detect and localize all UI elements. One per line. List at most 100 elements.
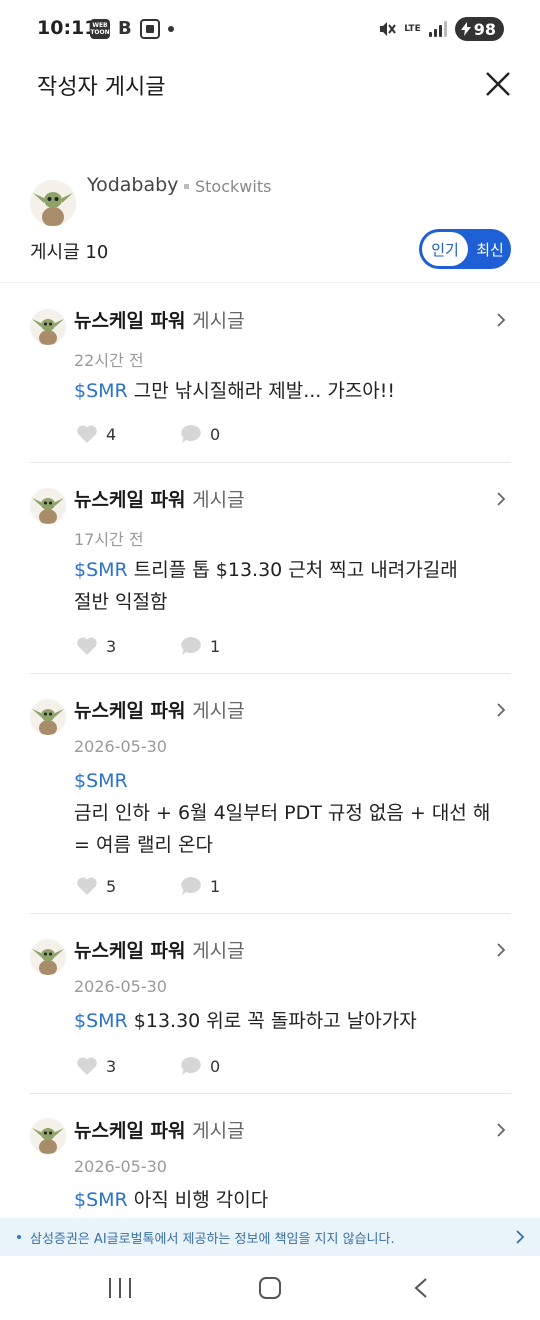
post-time: 2026-05-30 [74, 737, 167, 756]
post-item[interactable]: 뉴스케일 파워 게시글 22시간 전 $SMR 그만 낚시질해라 제발... 가… [0, 283, 540, 463]
comment-button[interactable]: 0 [180, 1056, 220, 1076]
post-text: $SMR 금리 인하 + 6월 4일부터 PDT 규정 없음 + 대선 해 = … [74, 765, 504, 861]
post-text: $SMR 트리플 톱 $13.30 근처 찍고 내려가길래 절반 익절함 [74, 554, 504, 618]
heart-icon [77, 637, 97, 655]
avatar [30, 309, 66, 345]
comment-count: 0 [210, 1056, 221, 1076]
webtoon-icon: WEB TOON [90, 18, 110, 39]
chevron-right-icon[interactable] [494, 1123, 508, 1137]
like-button[interactable]: 3 [76, 1056, 180, 1076]
comment-count: 1 [210, 876, 221, 896]
back-icon[interactable] [413, 1277, 429, 1299]
post-text: $SMR 아직 비행 각이다 [74, 1184, 504, 1216]
post-count: 게시글 10 [30, 242, 109, 263]
heart-icon [77, 877, 97, 895]
post-item[interactable]: 뉴스케일 파워 게시글 2026-05-30 $SMR $13.30 위로 꼭 … [0, 914, 540, 1094]
post-author-name: 뉴스케일 파워 [74, 310, 186, 332]
post-author-name: 뉴스케일 파워 [74, 700, 186, 722]
battery-level: 98 [473, 19, 496, 39]
post-text-inline: 아직 비행 각이다 [127, 1189, 269, 1211]
sort-option-popular[interactable]: 인기 [422, 232, 468, 266]
screen-icon [139, 18, 160, 39]
post-author-suffix: 게시글 [192, 940, 245, 962]
header: 작성자 게시글 [0, 58, 540, 110]
post-actions: 3 0 [76, 1056, 220, 1076]
chevron-right-icon[interactable] [494, 703, 508, 717]
post-feed: 뉴스케일 파워 게시글 22시간 전 $SMR 그만 낚시질해라 제발... 가… [0, 283, 540, 1218]
post-author-suffix: 게시글 [192, 489, 245, 511]
status-time: 10:11 [37, 17, 98, 39]
chevron-right-icon[interactable] [494, 313, 508, 327]
post-text-line: $SMR [74, 765, 504, 797]
post-author-name: 뉴스케일 파워 [74, 940, 186, 962]
post-text-inline: 트리플 톱 $13.30 근처 찍고 내려가길래 [127, 559, 458, 581]
close-icon[interactable] [484, 70, 512, 98]
post-author[interactable]: 뉴스케일 파워 게시글 [74, 485, 245, 512]
author-name: Yodababy [87, 174, 179, 196]
comment-icon [181, 877, 201, 895]
comment-count: 1 [210, 636, 221, 656]
ticker-link[interactable]: $SMR [74, 1010, 128, 1032]
like-count: 3 [106, 1056, 117, 1076]
post-actions: 3 1 [76, 636, 220, 656]
post-actions: 5 1 [76, 876, 220, 896]
post-author[interactable]: 뉴스케일 파워 게시글 [74, 1116, 245, 1143]
post-text: $SMR $13.30 위로 꼭 돌파하고 날아가자 [74, 1005, 504, 1037]
disclaimer-bar[interactable]: 삼성증권은 AI글로벌톡에서 제공하는 정보에 책임을 지지 않습니다. [0, 1218, 540, 1256]
bullet-icon [17, 1235, 21, 1239]
post-text-line: 금리 인하 + 6월 4일부터 PDT 규정 없음 + 대선 해 [74, 802, 491, 824]
post-author[interactable]: 뉴스케일 파워 게시글 [74, 696, 245, 723]
ticker-link[interactable]: $SMR [74, 1189, 128, 1211]
source-separator [184, 184, 189, 189]
avatar [30, 1118, 66, 1154]
post-text-line: = 여름 랠리 온다 [74, 834, 213, 856]
post-item[interactable]: 뉴스케일 파워 게시글 2026-05-30 $SMR 아직 비행 각이다 [0, 1094, 540, 1218]
chevron-right-icon[interactable] [494, 943, 508, 957]
comment-button[interactable]: 0 [180, 424, 220, 444]
mute-icon [380, 22, 396, 36]
comment-icon [181, 1057, 201, 1075]
post-text-inline: $13.30 위로 꼭 돌파하고 날아가자 [127, 1010, 417, 1032]
status-bar: 10:11 WEB TOON B LTE 98 [0, 0, 540, 58]
status-right-icons: LTE 98 [378, 17, 504, 41]
post-author-name: 뉴스케일 파워 [74, 1120, 186, 1142]
avatar [30, 939, 66, 975]
post-item[interactable]: 뉴스케일 파워 게시글 2026-05-30 $SMR 금리 인하 + 6월 4… [0, 674, 540, 914]
page-title: 작성자 게시글 [37, 75, 166, 100]
heart-icon [77, 1057, 97, 1075]
ticker-link[interactable]: $SMR [74, 380, 128, 402]
post-time: 22시간 전 [74, 351, 144, 370]
like-button[interactable]: 5 [76, 876, 180, 896]
ticker-link[interactable]: $SMR [74, 770, 128, 792]
ticker-link[interactable]: $SMR [74, 559, 128, 581]
author-source: Stockwits [195, 177, 272, 196]
post-item[interactable]: 뉴스케일 파워 게시글 17시간 전 $SMR 트리플 톱 $13.30 근처 … [0, 463, 540, 674]
post-author-suffix: 게시글 [192, 310, 245, 332]
like-button[interactable]: 3 [76, 636, 180, 656]
post-text-inline: 그만 낚시질해라 제발... 가즈아!! [127, 380, 396, 402]
comment-button[interactable]: 1 [180, 636, 220, 656]
post-author[interactable]: 뉴스케일 파워 게시글 [74, 936, 245, 963]
dot-icon [167, 25, 174, 32]
like-button[interactable]: 4 [76, 424, 180, 444]
disclaimer-text: 삼성증권은 AI글로벌톡에서 제공하는 정보에 책임을 지지 않습니다. [30, 1232, 395, 1247]
post-text-line: 절반 익절함 [74, 591, 168, 613]
post-author-suffix: 게시글 [192, 700, 245, 722]
post-author[interactable]: 뉴스케일 파워 게시글 [74, 306, 245, 333]
battery-charging-icon [460, 22, 471, 36]
avatar [30, 699, 66, 735]
avatar [30, 488, 66, 524]
comment-button[interactable]: 1 [180, 876, 220, 896]
post-time: 2026-05-30 [74, 977, 167, 996]
chevron-right-icon[interactable] [494, 492, 508, 506]
recent-apps-icon[interactable] [109, 1278, 131, 1298]
home-icon[interactable] [259, 1277, 281, 1299]
comment-icon [181, 637, 201, 655]
sort-toggle[interactable]: 인기 최신 [419, 229, 511, 269]
heart-icon [77, 425, 97, 443]
post-author-suffix: 게시글 [192, 1120, 245, 1142]
post-time: 17시간 전 [74, 530, 144, 549]
like-count: 3 [106, 636, 117, 656]
sort-option-latest[interactable]: 최신 [470, 232, 510, 266]
like-count: 5 [106, 876, 117, 896]
